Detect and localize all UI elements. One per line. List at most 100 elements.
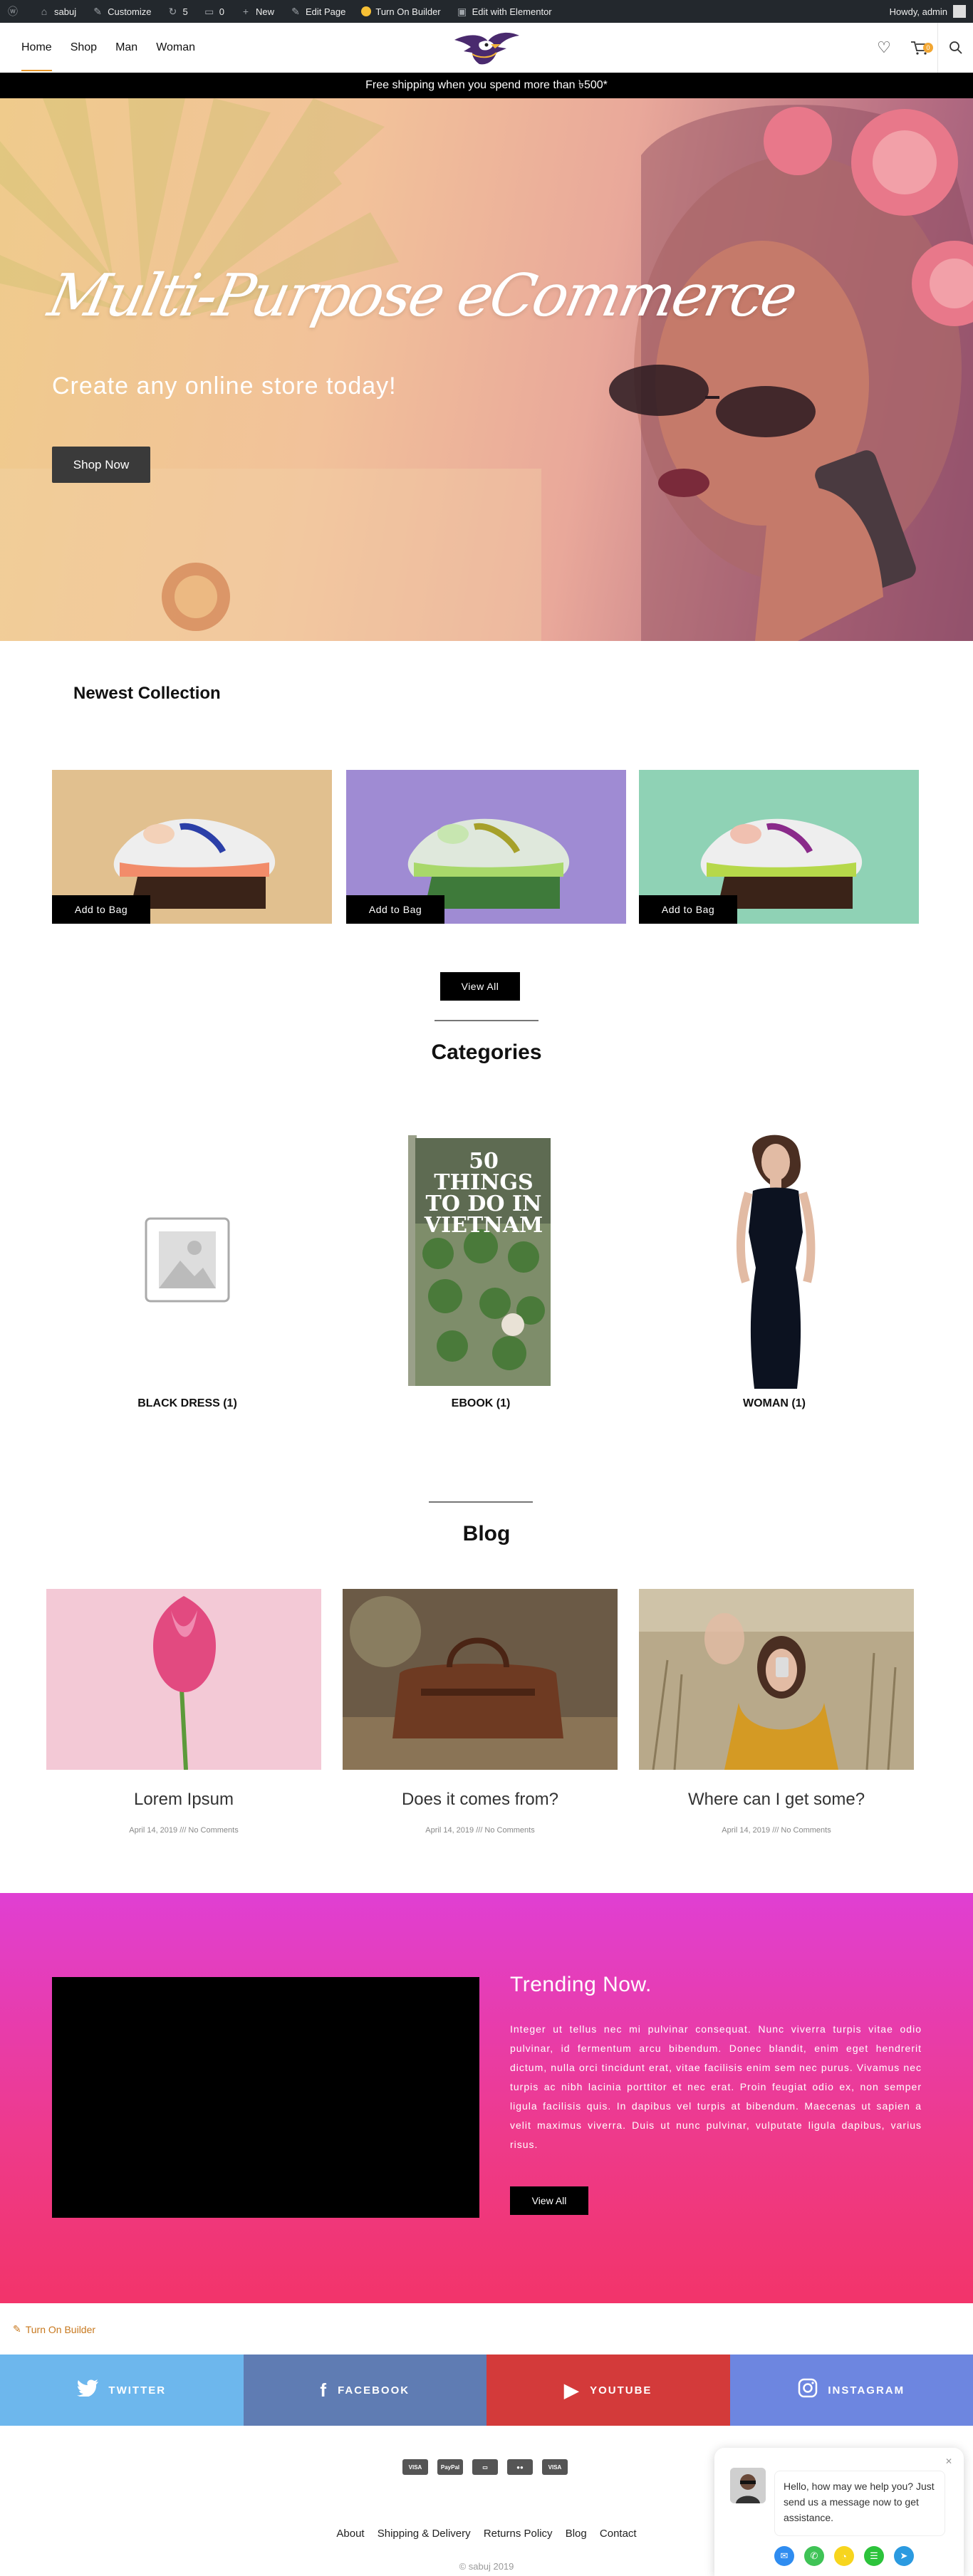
nav-home[interactable]: Home [21,41,52,71]
turn-on-builder-link[interactable]: Turn On Builder [361,6,441,17]
post-meta: April 14, 2019 /// No Comments [425,1826,535,1835]
chat-channels: ✉ ✆ ◔ ☰ ➤ [774,2546,924,2566]
hero-background-image [0,98,973,641]
add-to-bag-button[interactable]: Add to Bag [346,895,444,924]
trending-text: Integer ut tellus nec mi pulvinar conseq… [510,2023,922,2150]
mastercard-icon: ●● [507,2459,533,2475]
avatar [953,5,966,18]
ebook-cover-title: 50 THINGS TO DO IN VIETNAM [424,1149,543,1238]
footer-link-shipping[interactable]: Shipping & Delivery [378,2528,471,2540]
post-meta: April 14, 2019 /// No Comments [129,1826,239,1835]
post-image-girl-photo [639,1589,914,1770]
main-nav: Home Shop Man Woman [21,41,214,71]
blog-title: Blog [462,1522,511,1545]
site-name-link[interactable]: ⌂ sabuj [38,6,76,17]
turn-on-builder-link[interactable]: ✎ Turn On Builder [13,2323,95,2335]
wordpress-menu[interactable]: ⓦ [7,6,23,17]
blog-post-card[interactable] [343,1589,618,1770]
add-to-bag-button[interactable]: Add to Bag [639,895,737,924]
whatsapp-icon[interactable]: ✆ [804,2546,824,2566]
updates-link[interactable]: ↻ 5 [167,6,188,17]
wishlist-icon[interactable]: ♡ [866,23,902,73]
video-player[interactable] [52,1977,479,2218]
ebook-cover-image: 50 THINGS TO DO IN VIETNAM [345,1125,616,1396]
post-image-bag [343,1589,618,1770]
visa-icon: VISA [542,2459,568,2475]
pencil-icon: ✎ [291,6,300,17]
section-divider [429,1501,533,1503]
builder-emoji-icon [361,6,372,16]
brush-icon: ✎ [93,6,102,17]
facebook-icon: f [320,2379,328,2401]
nav-man[interactable]: Man [115,41,137,54]
twitter-link[interactable]: TWITTER [0,2355,244,2426]
post-title[interactable]: Lorem Ipsum [46,1790,321,1810]
payment-methods: VISA PayPal ▭ ●● VISA [402,2459,577,2475]
product-card[interactable]: Add to Bag [52,770,332,924]
hero-title: Multi-Purpose eCommerce [42,262,802,330]
free-shipping-notice: Free shipping when you spend more than ৳… [0,73,973,98]
trending-section: Trending Now. Integer ut tellus nec mi p… [0,1893,973,2303]
product-card[interactable]: Add to Bag [639,770,919,924]
shop-now-button[interactable]: Shop Now [52,447,150,483]
blog-post-card[interactable] [639,1589,914,1770]
elementor-icon: ▣ [457,6,467,17]
post-title[interactable]: Does it comes from? [343,1790,618,1810]
comment-icon: ▭ [204,6,214,17]
blog-post-card[interactable] [46,1589,321,1770]
plus-icon: + [242,6,249,17]
product-card[interactable]: Add to Bag [346,770,626,924]
instagram-icon [798,2378,818,2403]
customize-link[interactable]: ✎ Customize [92,6,151,17]
line-icon[interactable]: ☰ [864,2546,884,2566]
category-label[interactable]: EBOOK (1) [345,1397,616,1410]
visa-icon: VISA [402,2459,428,2475]
post-image-tulip [46,1589,321,1770]
category-card-woman[interactable] [639,1125,910,1396]
twitter-icon [77,2379,99,2402]
category-card-black-dress[interactable] [52,1125,323,1396]
woman-model-image [639,1125,910,1396]
placeholder-image-icon [52,1125,323,1396]
section-divider [435,1020,538,1021]
nav-woman[interactable]: Woman [156,41,195,54]
newest-collection-title: Newest Collection [73,684,221,703]
post-title[interactable]: Where can I get some? [639,1790,914,1810]
comments-link[interactable]: ▭ 0 [204,6,224,17]
view-all-products-button[interactable]: View All [440,972,520,1001]
facebook-link[interactable]: f FACEBOOK [243,2355,486,2426]
footer-link-contact[interactable]: Contact [600,2528,637,2540]
snapchat-icon[interactable]: ◔ [834,2546,854,2566]
site-logo[interactable] [451,27,522,68]
footer-link-blog[interactable]: Blog [566,2528,587,2540]
edit-with-elementor-link[interactable]: ▣ Edit with Elementor [457,6,552,17]
messenger-icon[interactable]: ✉ [774,2546,794,2566]
telegram-icon[interactable]: ➤ [894,2546,914,2566]
agent-avatar [730,2468,766,2503]
youtube-link[interactable]: ▶ YOUTUBE [486,2355,730,2426]
home-icon: ⌂ [41,6,48,17]
close-icon[interactable]: ✕ [945,2456,952,2466]
cart-icon[interactable]: 0 [902,23,937,73]
account-menu[interactable]: Howdy, admin [890,5,966,18]
category-label[interactable]: BLACK DRESS (1) [52,1397,323,1410]
footer-link-about[interactable]: About [336,2528,364,2540]
categories-title: Categories [431,1041,542,1064]
instagram-link[interactable]: INSTAGRAM [729,2355,973,2426]
nav-shop[interactable]: Shop [71,41,97,54]
category-label[interactable]: WOMAN (1) [639,1397,910,1410]
category-card-ebook[interactable]: 50 THINGS TO DO IN VIETNAM [345,1125,616,1396]
admin-bar: ⓦ ⌂ sabuj ✎ Customize ↻ 5 ▭ 0 + New ✎ Edit Pag… [0,0,973,23]
trending-view-all-button[interactable]: View All [510,2186,588,2215]
footer-link-returns[interactable]: Returns Policy [484,2528,553,2540]
site-header: Home Shop Man Woman ♡ 0 [0,23,973,73]
refresh-icon: ↻ [168,6,177,17]
pencil-icon: ✎ [13,2323,21,2335]
search-icon[interactable] [937,23,973,73]
new-content-link[interactable]: + New [240,6,274,17]
add-to-bag-button[interactable]: Add to Bag [52,895,150,924]
paypal-icon: PayPal [437,2459,463,2475]
edit-page-link[interactable]: ✎ Edit Page [290,6,345,17]
hero-subtitle: Create any online store today! [52,372,397,400]
chat-widget: ✕ Hello, how may we help you? Just send … [714,2448,964,2576]
